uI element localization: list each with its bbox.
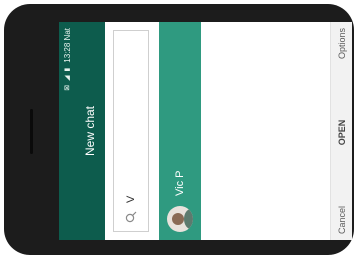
search-input[interactable]: V: [113, 30, 149, 232]
search-icon: [125, 211, 137, 223]
cancel-softkey[interactable]: Cancel: [337, 206, 347, 234]
contact-row[interactable]: Vic P: [159, 22, 201, 240]
device-speaker-slot: [30, 109, 33, 154]
new-chat-app: ⊠ ◢ ▮ 13:28 Nat New chat V Vic P Cancel …: [59, 22, 352, 240]
status-time: 13:28 Nat: [62, 28, 72, 63]
options-softkey[interactable]: Options: [337, 28, 347, 59]
phone-device: ⊠ ◢ ▮ 13:28 Nat New chat V Vic P Cancel …: [4, 4, 354, 255]
contact-name: Vic P: [174, 170, 186, 196]
status-icons: ⊠ ◢ ▮: [64, 66, 71, 91]
page-title: New chat: [83, 105, 97, 157]
status-bar: ⊠ ◢ ▮ 13:28 Nat: [59, 22, 75, 240]
avatar: [167, 206, 193, 232]
search-value: V: [125, 195, 137, 203]
header-bar: New chat: [75, 22, 105, 240]
search-area: V: [105, 22, 157, 240]
softkey-bar: Cancel OPEN Options: [330, 22, 352, 240]
open-softkey[interactable]: OPEN: [337, 120, 347, 146]
phone-screen: ⊠ ◢ ▮ 13:28 Nat New chat V Vic P Cancel …: [59, 22, 352, 240]
